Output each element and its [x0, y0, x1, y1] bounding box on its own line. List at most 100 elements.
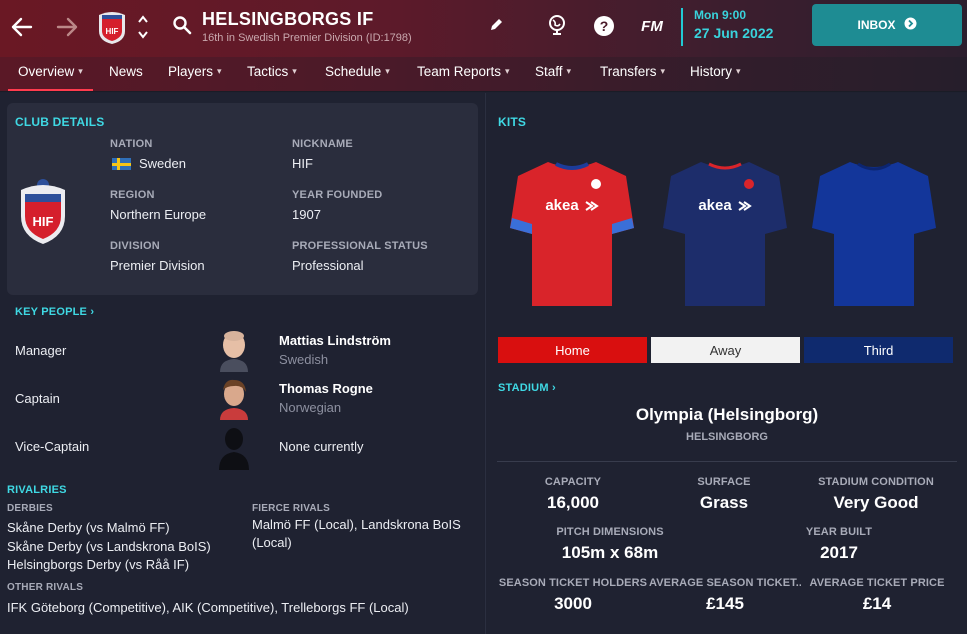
division-value[interactable]: Premier Division: [110, 258, 205, 273]
vice-captain-name: None currently: [279, 439, 364, 454]
chevron-down-icon: ▾: [292, 66, 297, 76]
forward-arrow-icon[interactable]: [55, 15, 79, 39]
derby-item[interactable]: Helsingborgs Derby (vs Råå IF): [7, 557, 189, 572]
surface-value: Grass: [699, 493, 749, 512]
page-subtitle: 16th in Swedish Premier Division (ID:179…: [202, 32, 412, 44]
fierce-rivals-value[interactable]: Malmö FF (Local), Landskrona BoIS: [252, 517, 461, 532]
tab-team-reports[interactable]: Team Reports ▾: [417, 64, 510, 79]
svg-text:?: ?: [600, 18, 609, 34]
tab-history[interactable]: History ▾: [690, 64, 741, 79]
club-crest: HIF: [15, 176, 71, 246]
fierce-rivals-value-cont[interactable]: (Local): [252, 535, 292, 550]
tab-overview[interactable]: Overview ▾: [18, 64, 83, 79]
professional-status-value: Professional: [292, 258, 364, 273]
condition-label: STADIUM CONDITION: [818, 476, 934, 488]
tab-label: Tactics: [247, 64, 289, 79]
year-founded-label: YEAR FOUNDED: [292, 189, 383, 201]
season-ticket-holders-value: 3000: [554, 594, 592, 613]
tab-transfers[interactable]: Transfers ▾: [600, 64, 665, 79]
club-details-title: CLUB DETAILS: [15, 115, 105, 129]
svg-text:HIF: HIF: [33, 214, 54, 229]
capacity-label: CAPACITY: [544, 476, 602, 488]
key-people-title[interactable]: KEY PEOPLE ›: [15, 306, 94, 318]
tab-label: History: [690, 64, 733, 79]
captain-name[interactable]: Thomas Rogne: [279, 381, 373, 396]
svg-text:HIF: HIF: [106, 27, 119, 36]
chevron-down-icon: ▾: [566, 66, 572, 76]
tab-home-kit[interactable]: Home: [498, 337, 647, 363]
fierce-rivals-label: FIERCE RIVALS: [252, 503, 330, 514]
away-kit-image[interactable]: akea: [661, 158, 789, 310]
average-season-ticket-value: £145: [706, 594, 744, 613]
tab-label: Transfers: [600, 64, 657, 79]
search-icon[interactable]: [170, 13, 194, 37]
professional-status-label: PROFESSIONAL STATUS: [292, 240, 428, 252]
manager-name[interactable]: Mattias Lindström: [279, 333, 391, 348]
chevron-right-icon: ›: [551, 382, 556, 394]
inbox-button[interactable]: INBOX: [812, 4, 962, 46]
stadium-title[interactable]: STADIUM ›: [498, 382, 556, 394]
rivalries-title: RIVALRIES: [7, 484, 67, 496]
captain-role: Captain: [15, 391, 60, 406]
average-ticket-price-label: AVERAGE TICKET PRICE: [809, 577, 945, 589]
club-switch-chevrons-icon[interactable]: [136, 11, 150, 43]
region-label: REGION: [110, 189, 155, 201]
nation-value[interactable]: Sweden: [139, 156, 186, 171]
captain-avatar[interactable]: [217, 376, 251, 420]
average-ticket-price-value: £14: [862, 594, 892, 613]
manager-avatar[interactable]: [217, 328, 251, 372]
globe-icon[interactable]: [545, 13, 569, 37]
home-kit-image[interactable]: akea: [508, 158, 636, 310]
divider: [497, 461, 957, 462]
chevron-down-icon: ▾: [385, 66, 390, 76]
svg-text:akea: akea: [698, 197, 732, 214]
fm-logo-button[interactable]: FM: [637, 15, 667, 37]
club-details-panel: [7, 103, 478, 295]
edit-pencil-icon[interactable]: [486, 15, 506, 35]
tab-label: News: [109, 64, 143, 79]
tab-away-kit[interactable]: Away: [651, 337, 800, 363]
tab-players[interactable]: Players ▾: [168, 64, 222, 79]
nickname-label: NICKNAME: [292, 138, 353, 150]
tab-label: Schedule: [325, 64, 382, 79]
third-kit-image[interactable]: [810, 158, 938, 310]
help-icon[interactable]: ?: [592, 14, 616, 38]
tab-news[interactable]: News: [109, 64, 143, 79]
club-crest-small[interactable]: HIF: [95, 9, 129, 45]
tab-label: Players: [168, 64, 214, 79]
derby-item[interactable]: Skåne Derby (vs Landskrona BoIS): [7, 539, 211, 554]
derby-item[interactable]: Skåne Derby (vs Malmö FF): [7, 520, 170, 535]
tab-tactics[interactable]: Tactics ▾: [247, 64, 297, 79]
tab-third-kit[interactable]: Third: [804, 337, 953, 363]
nickname-value: HIF: [292, 156, 313, 171]
nation-label: NATION: [110, 138, 153, 150]
region-value: Northern Europe: [110, 207, 207, 222]
game-date[interactable]: Mon 9:00 27 Jun 2022: [681, 8, 773, 46]
derbies-label: DERBIES: [7, 503, 53, 514]
other-rivals-value[interactable]: IFK Göteborg (Competitive), AIK (Competi…: [7, 600, 409, 615]
chevron-down-icon: ▾: [78, 66, 83, 76]
inbox-label: INBOX: [857, 18, 896, 32]
tab-label: Staff: [535, 64, 563, 79]
tab-schedule[interactable]: Schedule ▾: [325, 64, 390, 79]
chevron-down-icon: ▾: [736, 66, 741, 76]
tab-staff[interactable]: Staff ▾: [535, 64, 571, 79]
manager-role: Manager: [15, 343, 67, 358]
condition-value: Very Good: [833, 493, 919, 512]
back-arrow-icon[interactable]: [10, 15, 34, 39]
season-ticket-holders-label: SEASON TICKET HOLDERS: [498, 577, 648, 589]
chevron-right-icon: ›: [90, 306, 95, 318]
other-rivals-label: OTHER RIVALS: [7, 582, 84, 593]
chevron-down-icon: ▾: [660, 66, 666, 76]
average-season-ticket-label: AVERAGE SEASON TICKET...: [649, 577, 801, 589]
year-built-value: 2017: [820, 543, 858, 562]
capacity-value: 16,000: [547, 493, 599, 512]
captain-nationality: Norwegian: [279, 400, 342, 415]
tab-label: Team Reports: [417, 64, 502, 79]
surface-label: SURFACE: [697, 476, 751, 488]
date-day: Mon 9:00: [694, 8, 747, 22]
vice-captain-role: Vice-Captain: [15, 439, 90, 454]
stadium-name[interactable]: Olympia (Helsingborg): [497, 405, 957, 425]
year-founded-value: 1907: [292, 207, 321, 222]
silhouette-avatar-icon: [217, 424, 251, 470]
